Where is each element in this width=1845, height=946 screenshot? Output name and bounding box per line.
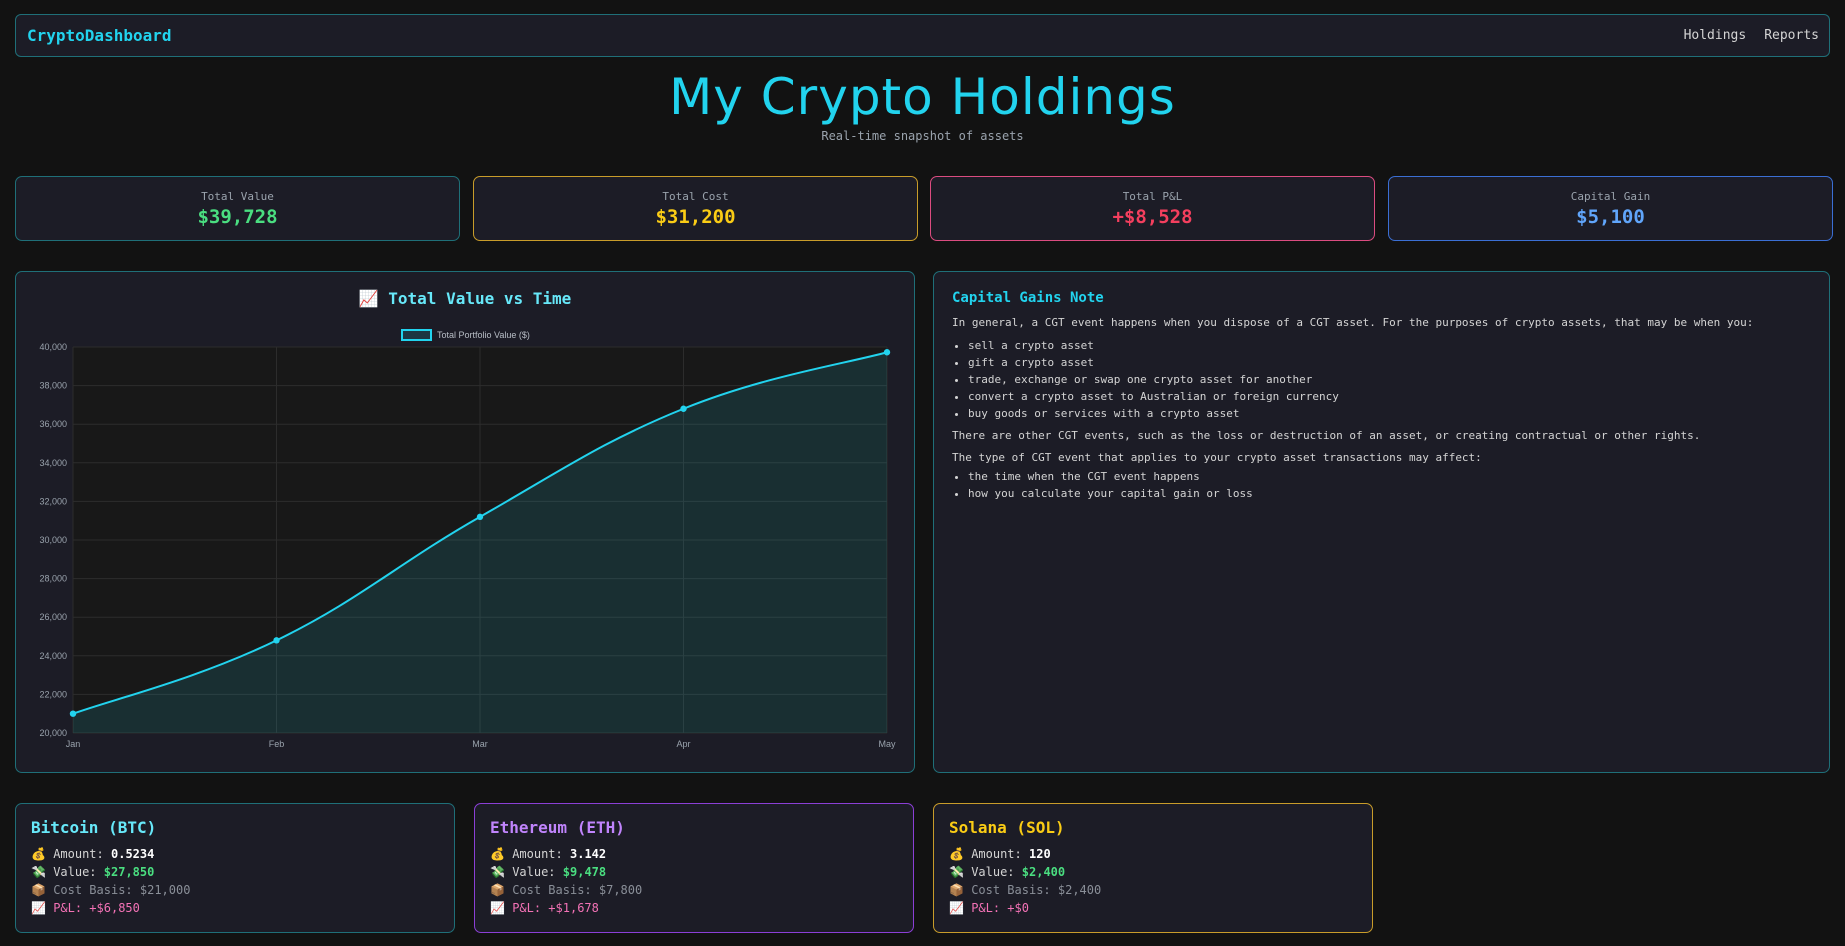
data-point: [69, 710, 77, 717]
list-item: trade, exchange or swap one crypto asset…: [968, 371, 1811, 388]
data-point: [883, 349, 891, 356]
stat-label: Total P&L: [1122, 190, 1183, 203]
y-tick-label: 22,000: [39, 689, 67, 699]
nav-link-holdings[interactable]: Holdings: [1684, 28, 1747, 43]
stat-card-capital-gain: Capital Gain $5,100: [1388, 176, 1833, 241]
stat-value: $39,728: [197, 206, 278, 228]
x-tick-label: Mar: [472, 739, 488, 749]
legend-swatch: [401, 329, 432, 341]
capital-gains-note: Capital Gains Note In general, a CGT eve…: [933, 271, 1830, 773]
stat-label: Capital Gain: [1570, 190, 1651, 203]
coin-pnl: 📈 P&L: +$0: [949, 901, 1029, 915]
navbar: CryptoDashboard Holdings Reports: [15, 14, 1830, 57]
coin-card-btc[interactable]: Bitcoin (BTC) 💰 Amount: 0.5234 💸 Value: …: [15, 803, 455, 933]
y-tick-label: 34,000: [39, 458, 67, 468]
data-point: [680, 405, 687, 412]
list-item: how you calculate your capital gain or l…: [968, 485, 1811, 502]
stat-card-total-cost: Total Cost $31,200: [473, 176, 918, 241]
coin-cost-basis: 📦 Cost Basis: $2,400: [949, 883, 1102, 897]
x-tick-label: Apr: [676, 739, 690, 749]
note-title: Capital Gains Note: [952, 290, 1104, 306]
note-affect-intro: The type of CGT event that applies to yo…: [952, 451, 1482, 464]
stat-card-total-pnl: Total P&L +$8,528: [930, 176, 1375, 241]
y-tick-label: 40,000: [39, 342, 67, 352]
coin-amount: 💰 Amount: 3.142: [490, 847, 607, 861]
y-tick-label: 24,000: [39, 651, 67, 661]
x-tick-label: May: [878, 739, 896, 749]
coin-card-eth[interactable]: Ethereum (ETH) 💰 Amount: 3.142 💸 Value: …: [474, 803, 914, 933]
chart-up-icon: 📈: [31, 901, 46, 915]
coin-amount: 💰 Amount: 0.5234: [31, 847, 155, 861]
x-tick-label: Feb: [269, 739, 285, 749]
money-bag-icon: 💰: [490, 847, 505, 861]
cgt-affect-list: the time when the CGT event happens how …: [952, 468, 1811, 502]
note-other-events: There are other CGT events, such as the …: [952, 429, 1701, 442]
y-tick-label: 20,000: [39, 728, 67, 738]
coin-value: 💸 Value: $9,478: [490, 865, 607, 879]
data-point: [476, 513, 484, 521]
legend-label: Total Portfolio Value ($): [437, 330, 530, 340]
coin-title: Solana (SOL): [949, 818, 1065, 837]
chart-card: 📈 Total Value vs Time 20,000 22,000 24,000…: [15, 271, 915, 773]
stat-card-total-value: Total Value $39,728: [15, 176, 460, 241]
brand-logo[interactable]: CryptoDashboard: [27, 26, 172, 45]
cgt-event-list: sell a crypto asset gift a crypto asset …: [952, 337, 1811, 422]
money-wings-icon: 💸: [490, 865, 505, 879]
y-tick-label: 26,000: [39, 612, 67, 622]
nav-links: Holdings Reports: [1684, 28, 1819, 43]
stat-value: $31,200: [655, 206, 736, 228]
portfolio-chart[interactable]: 20,000 22,000 24,000 26,000 28,000 30,000 32,0…: [16, 272, 914, 772]
money-wings-icon: 💸: [31, 865, 46, 879]
coin-value: 💸 Value: $2,400: [949, 865, 1066, 879]
coin-amount: 💰 Amount: 120: [949, 847, 1051, 861]
stat-value: +$8,528: [1112, 206, 1193, 228]
y-tick-label: 32,000: [39, 496, 67, 506]
y-tick-label: 28,000: [39, 574, 67, 584]
package-icon: 📦: [31, 883, 46, 897]
list-item: sell a crypto asset: [968, 337, 1811, 354]
list-item: buy goods or services with a crypto asse…: [968, 405, 1811, 422]
stat-label: Total Value: [201, 190, 274, 203]
coin-title: Ethereum (ETH): [490, 818, 625, 837]
coin-cost-basis: 📦 Cost Basis: $7,800: [490, 883, 643, 897]
coin-pnl: 📈 P&L: +$6,850: [31, 901, 140, 915]
coin-card-sol[interactable]: Solana (SOL) 💰 Amount: 120 💸 Value: $2,4…: [933, 803, 1373, 933]
y-tick-label: 36,000: [39, 419, 67, 429]
stat-value: $5,100: [1576, 206, 1645, 228]
y-tick-label: 30,000: [39, 535, 67, 545]
coin-pnl: 📈 P&L: +$1,678: [490, 901, 599, 915]
note-intro: In general, a CGT event happens when you…: [952, 316, 1754, 329]
money-bag-icon: 💰: [31, 847, 46, 861]
nav-link-reports[interactable]: Reports: [1764, 28, 1819, 43]
coin-value: 💸 Value: $27,850: [31, 865, 155, 879]
list-item: convert a crypto asset to Australian or …: [968, 388, 1811, 405]
coin-title: Bitcoin (BTC): [31, 818, 157, 837]
money-bag-icon: 💰: [949, 847, 964, 861]
page-subtitle: Real-time snapshot of assets: [821, 129, 1024, 143]
page-title: My Crypto Holdings: [669, 68, 1176, 126]
y-tick-label: 38,000: [39, 381, 67, 391]
money-wings-icon: 💸: [949, 865, 964, 879]
chart-up-icon: 📈: [949, 901, 964, 915]
x-tick-label: Jan: [66, 739, 81, 749]
list-item: gift a crypto asset: [968, 354, 1811, 371]
chart-up-icon: 📈: [490, 901, 505, 915]
coin-cost-basis: 📦 Cost Basis: $21,000: [31, 883, 191, 897]
package-icon: 📦: [490, 883, 505, 897]
package-icon: 📦: [949, 883, 964, 897]
stat-label: Total Cost: [662, 190, 729, 203]
data-point: [273, 637, 280, 644]
list-item: the time when the CGT event happens: [968, 468, 1811, 485]
